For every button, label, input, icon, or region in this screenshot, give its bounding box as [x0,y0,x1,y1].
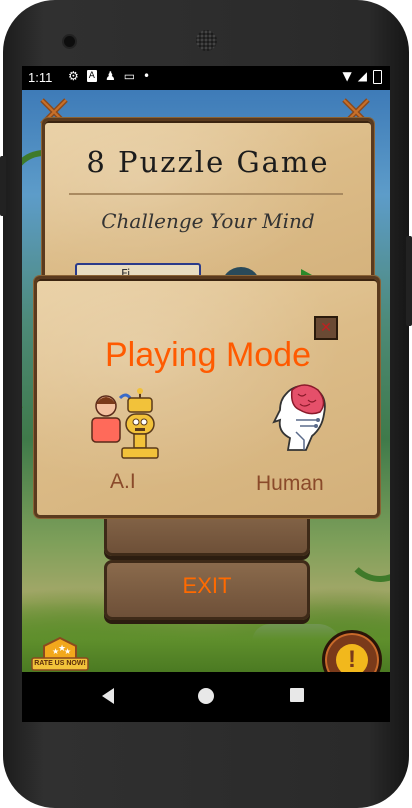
human-and-robot-icon [91,388,159,459]
dot-icon: • [143,69,151,83]
front-camera [64,36,75,47]
exclamation-icon: ! [336,644,368,672]
close-icon: ✕ [320,320,332,336]
svg-text:★: ★ [64,647,71,656]
game-background: 8 Puzzle Game Challenge Your Mind Fi EXI… [22,90,390,672]
settings-icon: ⚙ [68,69,79,83]
phone-frame: 1:11 ⚙ A ♟ ▭ • ▼ ◢ 8 Puzzle Game Challen… [0,0,412,808]
a-icon: A [86,70,97,82]
screen: 1:11 ⚙ A ♟ ▭ • ▼ ◢ 8 Puzzle Game Challen… [22,66,390,722]
phone-right-button [406,236,412,326]
figure-icon: ♟ [104,69,116,83]
home-icon[interactable] [198,688,214,704]
mode-option-ai[interactable]: A.I [86,388,166,498]
mode-option-ai-label: A.I [110,470,136,493]
back-icon[interactable] [102,688,114,704]
battery-charging-icon [373,70,382,84]
exit-button-label: EXIT [182,573,232,598]
mode-option-human-label: Human [256,472,324,495]
game-subtitle: Challenge Your Mind [101,209,315,233]
phone-speaker [196,30,217,51]
status-right-icons: ▼ ◢ [343,69,382,84]
signal-icon: ◢ [357,69,367,83]
robotic-brain-head-icon [272,384,326,451]
status-bar: 1:11 ⚙ A ♟ ▭ • ▼ ◢ [22,66,390,90]
wifi-icon: ▼ [342,69,352,83]
recents-icon[interactable] [290,688,304,702]
rate-us-label: RATE US NOW! [34,660,86,667]
status-time: 1:11 [28,70,53,85]
status-icons: ⚙ A ♟ ▭ • [68,69,150,83]
title-divider [69,193,343,195]
exit-button[interactable]: EXIT [104,560,310,620]
game-title: 8 Puzzle Game [86,145,330,179]
nav-bar [22,672,390,722]
dialog-title: Playing Mode [104,336,311,374]
cast-icon: ▭ [123,69,136,83]
phone-left-button [0,156,6,216]
rate-us-badge[interactable]: ★ ★ ★ RATE US NOW! [30,636,90,672]
mode-option-human[interactable]: Human [254,380,354,500]
